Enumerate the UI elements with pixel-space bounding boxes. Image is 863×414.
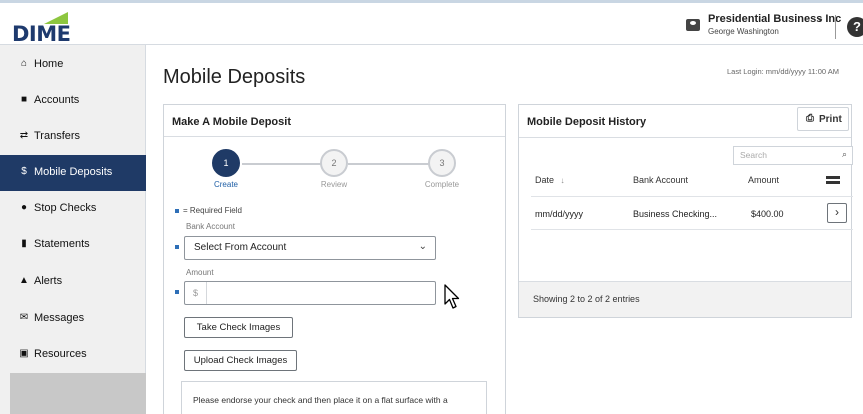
column-header-date[interactable]: Date ↓ — [535, 175, 565, 185]
stepper-line — [348, 163, 436, 165]
step-3-indicator: 3 — [428, 149, 456, 177]
sidebar-item-label: Resources — [34, 348, 87, 360]
history-footer: Showing 2 to 2 of 2 entries — [519, 281, 851, 317]
search-icon[interactable]: ⌕ — [842, 149, 847, 160]
step-1-indicator: 1 — [212, 149, 240, 177]
row-amount: $400.00 — [751, 209, 784, 219]
step-3-label: Complete — [424, 180, 460, 189]
sidebar-item-accounts[interactable]: ■ Accounts — [0, 83, 146, 119]
sidebar-item-label: Accounts — [34, 94, 80, 106]
sidebar-footer-block — [10, 373, 146, 414]
bell-icon: ▲ — [19, 275, 29, 286]
row-details-chevron-right-icon[interactable]: › — [827, 203, 847, 223]
row-bank-account: Business Checking... — [633, 209, 718, 219]
endorse-instructions-text: Please endorse your check and then place… — [193, 395, 448, 405]
bank-account-value: Select From Account — [194, 242, 287, 253]
take-check-images-button[interactable]: Take Check Images — [184, 317, 293, 338]
transfers-icon: ⇄ — [19, 130, 29, 141]
account-card-icon — [686, 19, 700, 31]
header-divider — [835, 15, 836, 39]
column-settings-icon[interactable] — [826, 176, 840, 185]
sidebar-item-alerts[interactable]: ▲ Alerts — [0, 264, 146, 300]
amount-input[interactable] — [209, 284, 431, 302]
bank-account-label: Bank Account — [186, 222, 235, 231]
stepper-line — [242, 163, 332, 165]
row-date: mm/dd/yyyy — [535, 209, 584, 219]
column-header-date-label: Date — [535, 175, 555, 185]
sidebar-item-statements[interactable]: ▮ Statements — [0, 227, 146, 263]
print-button[interactable]: ⎙ Print — [797, 107, 849, 131]
chevron-down-icon: ⌄ — [418, 241, 427, 252]
sidebar-item-label: Stop Checks — [34, 202, 97, 214]
required-marker — [175, 209, 179, 213]
home-icon: ⌂ — [20, 58, 28, 69]
endorse-instructions-box: Please endorse your check and then place… — [181, 381, 487, 414]
required-marker — [175, 245, 179, 249]
deposit-form-panel: Make A Mobile Deposit 1 2 3 Create Revie… — [163, 104, 506, 414]
sidebar: ⌂ Home ■ Accounts ⇄ Transfers $ Mobile D… — [0, 45, 146, 414]
amount-label: Amount — [186, 268, 214, 277]
bank-account-select[interactable]: Select From Account ⌄ — [184, 236, 436, 260]
column-header-amount: Amount — [748, 175, 780, 185]
dime-logo[interactable]: DIME — [12, 11, 72, 46]
page-title: Mobile Deposits — [163, 66, 306, 88]
required-marker — [175, 290, 179, 294]
deposit-history-header: Mobile Deposit History ⎙ Print — [519, 105, 851, 138]
stop-icon: ● — [20, 202, 28, 213]
envelope-icon: ✉ — [19, 312, 29, 323]
chevron-down-icon: ⌄ — [816, 13, 825, 24]
dollar-icon: $ — [21, 166, 27, 177]
accounts-icon: ■ — [20, 94, 28, 105]
top-header: DIME Presidential Business Inc George Wa… — [0, 3, 863, 46]
sort-down-icon: ↓ — [560, 176, 565, 185]
sidebar-item-messages[interactable]: ✉ Messages — [0, 301, 146, 337]
sidebar-item-transfers[interactable]: ⇄ Transfers — [0, 119, 146, 155]
table-row[interactable]: mm/dd/yyyy Business Checking... $400.00 … — [519, 197, 853, 229]
sidebar-item-resources[interactable]: ▣ Resources — [0, 337, 146, 373]
required-legend: = Required Field — [183, 206, 242, 215]
sidebar-item-label: Mobile Deposits — [34, 166, 113, 178]
deposit-form-header: Make A Mobile Deposit — [164, 105, 505, 137]
sidebar-item-label: Statements — [34, 238, 90, 250]
sidebar-item-label: Transfers — [34, 130, 81, 142]
sidebar-item-home[interactable]: ⌂ Home — [0, 47, 146, 83]
table-divider — [531, 229, 853, 230]
help-icon[interactable]: ? — [847, 17, 863, 37]
sidebar-item-stop-checks[interactable]: ● Stop Checks — [0, 191, 146, 227]
sidebar-item-mobile-deposits[interactable]: $ Mobile Deposits — [0, 155, 146, 191]
deposit-history-panel: Mobile Deposit History ⎙ Print Search ⌕ … — [518, 104, 853, 318]
deposit-form-title: Make A Mobile Deposit — [172, 116, 291, 128]
step-1-label: Create — [213, 180, 238, 189]
upload-check-images-button[interactable]: Upload Check Images — [184, 350, 297, 371]
step-2-label: Review — [320, 180, 348, 189]
currency-prefix: $ — [185, 282, 207, 304]
statements-icon: ▮ — [21, 238, 27, 249]
step-2-indicator: 2 — [320, 149, 348, 177]
mouse-cursor-icon — [444, 284, 460, 309]
history-search[interactable]: Search ⌕ — [733, 146, 853, 165]
sidebar-item-label: Home — [34, 58, 64, 70]
sidebar-item-label: Messages — [34, 312, 85, 324]
printer-icon: ⎙ — [806, 113, 814, 124]
deposit-history-title: Mobile Deposit History — [527, 116, 647, 128]
last-login: Last Login: mm/dd/yyyy 11:00 AM — [727, 67, 839, 76]
amount-field[interactable]: $ — [184, 281, 436, 305]
sidebar-item-label: Alerts — [34, 275, 63, 287]
resources-icon: ▣ — [19, 348, 29, 359]
account-user: George Washington — [708, 27, 779, 36]
search-placeholder: Search — [740, 150, 767, 160]
history-entries-count: Showing 2 to 2 of 2 entries — [533, 294, 640, 304]
logo-text: DIME — [12, 22, 71, 46]
print-button-label: Print — [819, 114, 842, 125]
column-header-bank-account: Bank Account — [633, 175, 689, 185]
